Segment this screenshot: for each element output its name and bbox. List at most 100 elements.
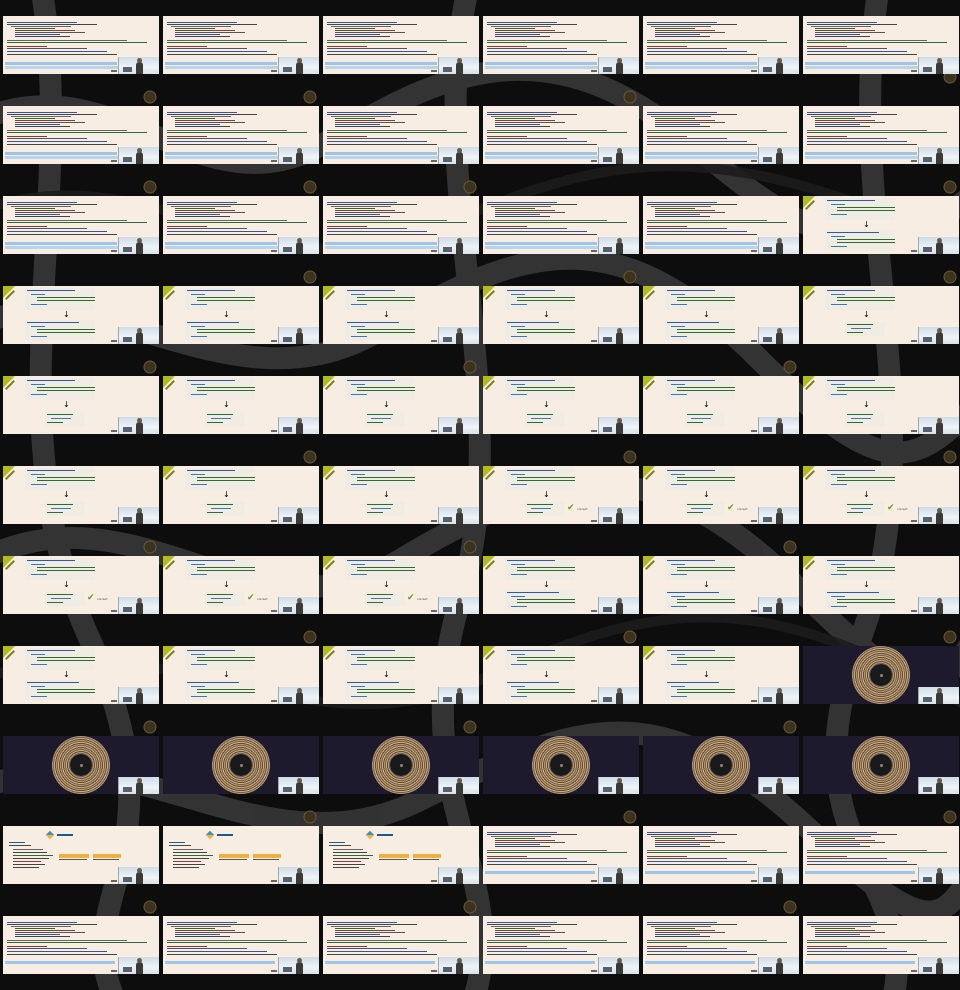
frame-thumbnail[interactable]: ↓	[643, 286, 799, 344]
video-frame[interactable]	[160, 720, 320, 810]
video-frame[interactable]: ↓	[0, 450, 160, 540]
video-frame[interactable]	[800, 630, 960, 720]
frame-thumbnail[interactable]: ↓	[163, 466, 319, 524]
video-frame[interactable]	[640, 900, 800, 990]
frame-thumbnail[interactable]: ↓ ✔ correct	[643, 466, 799, 524]
video-frame[interactable]	[320, 900, 480, 990]
video-frame[interactable]: ↓ ✔ correct	[0, 540, 160, 630]
video-frame[interactable]	[320, 720, 480, 810]
frame-thumbnail[interactable]: ↓	[3, 466, 159, 524]
frame-thumbnail[interactable]	[3, 736, 159, 794]
video-frame[interactable]	[320, 90, 480, 180]
video-frame[interactable]: ↓ ✔ correct	[640, 450, 800, 540]
frame-thumbnail[interactable]	[803, 736, 959, 794]
video-frame[interactable]: ↓	[640, 360, 800, 450]
frame-thumbnail[interactable]: ↓	[163, 376, 319, 434]
video-frame[interactable]: ↓	[480, 270, 640, 360]
video-frame[interactable]	[160, 90, 320, 180]
video-frame[interactable]	[320, 810, 480, 900]
video-frame[interactable]: ↓ ✔ correct	[320, 540, 480, 630]
frame-thumbnail[interactable]	[323, 106, 479, 164]
video-frame[interactable]	[480, 900, 640, 990]
video-frame[interactable]	[480, 180, 640, 270]
video-frame[interactable]: ↓	[320, 360, 480, 450]
video-frame[interactable]: ↓	[320, 450, 480, 540]
video-frame[interactable]: ↓ ✔ correct	[160, 540, 320, 630]
video-frame[interactable]	[640, 0, 800, 90]
video-frame[interactable]	[800, 90, 960, 180]
video-frame[interactable]: ↓	[800, 540, 960, 630]
video-frame[interactable]	[0, 90, 160, 180]
frame-thumbnail[interactable]	[803, 16, 959, 74]
video-frame[interactable]	[640, 720, 800, 810]
frame-thumbnail[interactable]: ↓	[803, 556, 959, 614]
frame-thumbnail[interactable]	[163, 826, 319, 884]
frame-thumbnail[interactable]: ↓ ✔ correct	[163, 556, 319, 614]
frame-thumbnail[interactable]: ↓	[3, 286, 159, 344]
frame-thumbnail[interactable]: ↓	[3, 646, 159, 704]
frame-thumbnail[interactable]: ↓	[323, 286, 479, 344]
video-frame[interactable]: ↓	[640, 270, 800, 360]
frame-thumbnail[interactable]	[3, 16, 159, 74]
video-frame[interactable]: ↓ ✔ correct	[800, 450, 960, 540]
frame-thumbnail[interactable]: ↓	[483, 646, 639, 704]
frame-thumbnail[interactable]: ↓	[483, 556, 639, 614]
video-frame[interactable]: ↓	[480, 360, 640, 450]
frame-thumbnail[interactable]	[323, 736, 479, 794]
video-frame[interactable]	[320, 0, 480, 90]
video-frame[interactable]	[480, 810, 640, 900]
frame-thumbnail[interactable]	[3, 916, 159, 974]
frame-thumbnail[interactable]	[3, 826, 159, 884]
video-frame[interactable]	[480, 720, 640, 810]
frame-thumbnail[interactable]	[163, 736, 319, 794]
frame-thumbnail[interactable]: ↓	[163, 286, 319, 344]
frame-thumbnail[interactable]	[483, 16, 639, 74]
video-frame[interactable]: ↓	[800, 360, 960, 450]
video-frame[interactable]: ↓	[0, 360, 160, 450]
video-frame[interactable]	[0, 900, 160, 990]
frame-thumbnail[interactable]	[803, 106, 959, 164]
video-frame[interactable]: ↓	[800, 180, 960, 270]
video-frame[interactable]	[800, 0, 960, 90]
video-frame[interactable]: ↓	[640, 630, 800, 720]
frame-thumbnail[interactable]	[643, 106, 799, 164]
frame-thumbnail[interactable]	[483, 826, 639, 884]
video-frame[interactable]: ↓	[160, 450, 320, 540]
video-frame[interactable]: ↓	[480, 540, 640, 630]
frame-thumbnail[interactable]	[163, 916, 319, 974]
frame-thumbnail[interactable]: ↓ ✔ correct	[803, 466, 959, 524]
video-frame[interactable]	[0, 720, 160, 810]
video-frame[interactable]	[800, 900, 960, 990]
frame-thumbnail[interactable]	[3, 106, 159, 164]
frame-thumbnail[interactable]: ↓	[323, 646, 479, 704]
frame-thumbnail[interactable]	[803, 916, 959, 974]
frame-thumbnail[interactable]	[323, 196, 479, 254]
frame-thumbnail[interactable]: ↓ ✔ correct	[483, 466, 639, 524]
frame-thumbnail[interactable]: ↓	[803, 286, 959, 344]
frame-thumbnail[interactable]	[643, 16, 799, 74]
frame-thumbnail[interactable]: ↓	[163, 646, 319, 704]
video-frame[interactable]	[800, 810, 960, 900]
frame-thumbnail[interactable]	[643, 736, 799, 794]
video-frame[interactable]	[480, 90, 640, 180]
video-frame[interactable]	[0, 0, 160, 90]
frame-thumbnail[interactable]: ↓	[483, 376, 639, 434]
video-frame[interactable]	[160, 0, 320, 90]
video-frame[interactable]	[640, 90, 800, 180]
video-frame[interactable]: ↓ ✔ correct	[480, 450, 640, 540]
frame-thumbnail[interactable]: ↓	[483, 286, 639, 344]
frame-thumbnail[interactable]	[803, 826, 959, 884]
video-frame[interactable]	[640, 810, 800, 900]
video-frame[interactable]: ↓	[0, 270, 160, 360]
frame-thumbnail[interactable]: ↓	[643, 556, 799, 614]
video-frame[interactable]	[0, 180, 160, 270]
frame-thumbnail[interactable]	[483, 196, 639, 254]
video-frame[interactable]	[160, 180, 320, 270]
video-frame[interactable]	[640, 180, 800, 270]
frame-thumbnail[interactable]	[483, 736, 639, 794]
frame-thumbnail[interactable]: ↓	[643, 646, 799, 704]
frame-thumbnail[interactable]: ↓	[803, 196, 959, 254]
frame-thumbnail[interactable]: ↓ ✔ correct	[323, 556, 479, 614]
video-frame[interactable]: ↓	[640, 540, 800, 630]
frame-thumbnail[interactable]	[323, 916, 479, 974]
